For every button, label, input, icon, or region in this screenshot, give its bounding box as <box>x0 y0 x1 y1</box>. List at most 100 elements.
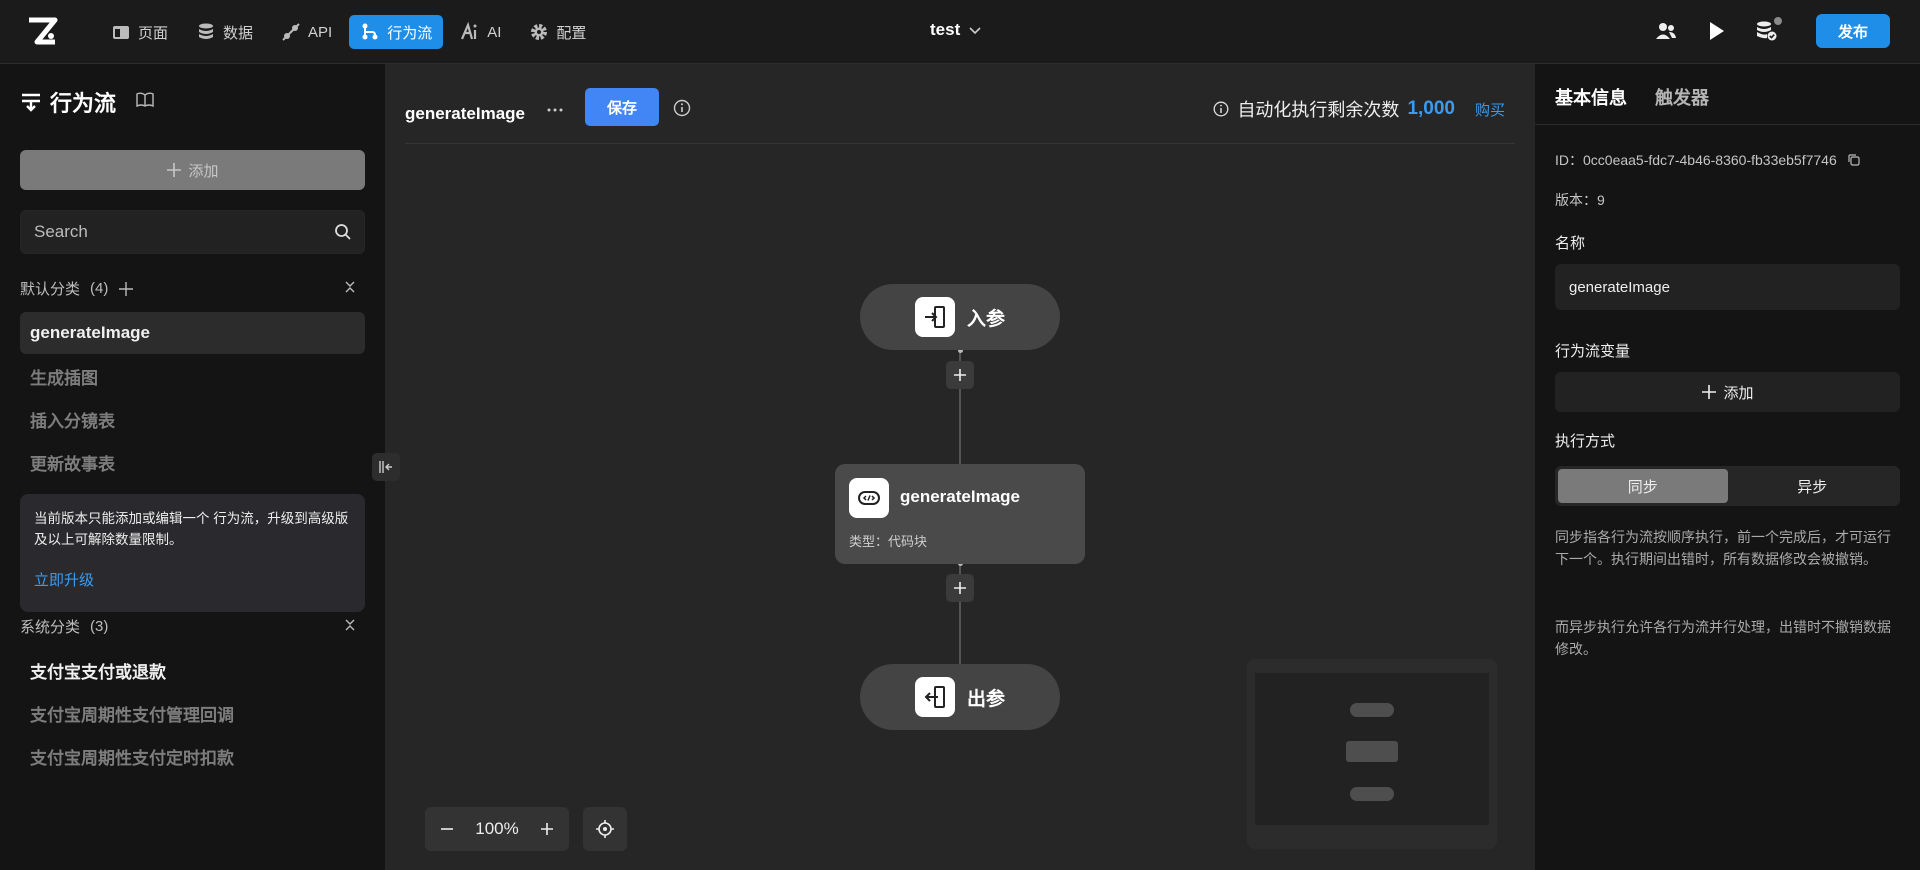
users-icon <box>1656 23 1676 39</box>
login-icon <box>924 306 945 328</box>
nav-tab-label: API <box>308 23 333 41</box>
search-icon[interactable] <box>334 223 352 241</box>
add-step-button[interactable] <box>946 361 974 389</box>
default-group-header: 默认分类 (4) <box>20 278 365 299</box>
flow-item[interactable]: 插入分镜表 <box>20 398 365 440</box>
add-variable-button[interactable]: 添加 <box>1555 372 1900 412</box>
gear-icon <box>531 24 548 40</box>
nav-tab-api[interactable]: API <box>270 15 343 49</box>
fit-view-button[interactable] <box>583 807 627 851</box>
nav-tab-label: 行为流 <box>387 24 433 42</box>
minimap-node <box>1350 787 1394 801</box>
tab-triggers[interactable]: 触发器 <box>1655 84 1709 110</box>
quota-label: 自动化执行剩余次数 <box>1237 100 1400 120</box>
search-box <box>20 210 365 254</box>
plus-icon <box>1702 385 1717 399</box>
flow-name-input[interactable] <box>1555 264 1900 310</box>
variables-label: 行为流变量 <box>1555 343 1631 360</box>
logout-icon <box>924 686 945 708</box>
buy-link[interactable]: 购买 <box>1475 99 1505 120</box>
page-icon <box>113 26 129 39</box>
panel-divider <box>1535 124 1920 125</box>
preview-button[interactable] <box>1702 17 1730 45</box>
minimap[interactable] <box>1247 659 1497 849</box>
flow-item[interactable]: 支付宝周期性支付管理回调 <box>20 692 365 734</box>
locate-icon <box>596 820 614 838</box>
project-name: test <box>930 20 961 39</box>
flow-item[interactable]: 支付宝支付或退款 <box>20 649 365 691</box>
publish-button[interactable]: 发布 <box>1816 14 1890 48</box>
upgrade-notice: 当前版本只能添加或编辑一个 行为流，升级到高级版及以上可解除数量限制。 立即升级 <box>20 494 365 612</box>
flow-canvas[interactable]: generateImage 保存 自动化执行剩余次数 1,000 购买 入参 g… <box>385 64 1535 870</box>
node-type: 类型：代码块 <box>849 534 928 549</box>
canvas-header: generateImage 保存 自动化执行剩余次数 1,000 购买 <box>405 84 1515 144</box>
add-flow-label: 添加 <box>188 162 219 180</box>
node-label: 出参 <box>966 688 1005 710</box>
exec-mode-async[interactable]: 异步 <box>1728 469 1898 503</box>
group-count: (3) <box>90 618 109 635</box>
ai-icon <box>461 22 477 40</box>
logo-icon[interactable] <box>26 16 58 48</box>
nav-tab-label: 数据 <box>223 24 254 42</box>
flow-item-generateimage[interactable]: generateImage <box>20 312 365 354</box>
group-label: 系统分类 <box>20 619 81 636</box>
nav-tab-label: 配置 <box>556 24 587 42</box>
node-title: generateImage <box>900 487 1020 506</box>
minimap-node <box>1346 741 1398 762</box>
async-description: 而异步执行允许各行为流并行处理，出错时不撤销数据修改。 <box>1555 619 1891 657</box>
database-icon <box>199 23 214 39</box>
collapse-left-icon <box>379 461 392 473</box>
nav-tab-ai[interactable]: AI <box>449 15 512 49</box>
flow-version: 版本：9 <box>1555 192 1605 208</box>
zoom-level: 100% <box>475 819 519 838</box>
output-params-node[interactable]: 出参 <box>860 664 1060 730</box>
zoom-out-icon[interactable] <box>439 821 455 837</box>
add-step-button[interactable] <box>946 574 974 602</box>
quota-value: 1,000 <box>1407 98 1455 119</box>
sidebar-title-text: 行为流 <box>50 91 117 116</box>
database-status-button[interactable] <box>1752 17 1782 45</box>
play-icon <box>1710 22 1724 40</box>
save-button[interactable]: 保存 <box>585 88 659 126</box>
node-icon-box <box>914 297 955 337</box>
nav-tab-config[interactable]: 配置 <box>518 15 597 49</box>
sidebar-title: 行为流 <box>20 86 116 118</box>
copy-icon[interactable] <box>1847 153 1861 167</box>
nav-tab-flow[interactable]: 行为流 <box>349 15 444 49</box>
search-input[interactable] <box>34 211 324 253</box>
flow-sidebar: 行为流 添加 默认分类 (4) generateImage 生成插图 插入分镜表… <box>0 64 385 870</box>
flow-item[interactable]: 生成插图 <box>20 355 365 397</box>
tab-basic-info[interactable]: 基本信息 <box>1555 84 1627 110</box>
sidebar-collapse-button[interactable] <box>372 453 400 481</box>
plus-icon <box>954 369 966 381</box>
flow-item[interactable]: 更新故事表 <box>20 441 365 483</box>
collapse-icon[interactable] <box>343 280 357 294</box>
flow-list-icon <box>22 93 40 112</box>
add-variable-label: 添加 <box>1723 384 1754 402</box>
info-icon[interactable] <box>673 99 691 117</box>
flow-id-text: ID：0cc0eaa5-fdc7-4b46-8360-fb33eb5f7746 <box>1555 152 1837 168</box>
quota-display: 自动化执行剩余次数 1,000 购买 <box>1213 96 1505 122</box>
more-icon[interactable] <box>545 100 565 120</box>
flow-id: ID：0cc0eaa5-fdc7-4b46-8360-fb33eb5f7746 <box>1555 150 1861 170</box>
api-icon <box>282 23 300 41</box>
group-count: (4) <box>90 280 109 297</box>
notification-dot <box>1774 17 1782 25</box>
docs-book-icon[interactable] <box>135 90 155 110</box>
flow-name: generateImage <box>405 104 525 123</box>
zoom-in-icon[interactable] <box>539 821 555 837</box>
collapse-icon[interactable] <box>343 618 357 632</box>
upgrade-link[interactable]: 立即升级 <box>34 570 351 591</box>
nav-tab-page[interactable]: 页面 <box>100 15 179 49</box>
members-button[interactable] <box>1652 17 1680 45</box>
project-switcher[interactable]: test <box>930 20 982 40</box>
add-group-item-icon[interactable] <box>118 281 134 297</box>
flow-icon <box>362 23 378 40</box>
input-params-node[interactable]: 入参 <box>860 284 1060 350</box>
nav-tab-data[interactable]: 数据 <box>185 15 264 49</box>
code-block-node[interactable]: generateImage 类型：代码块 <box>835 464 1085 564</box>
name-label: 名称 <box>1555 235 1586 252</box>
flow-item[interactable]: 支付宝周期性支付定时扣款 <box>20 735 365 777</box>
add-flow-button[interactable]: 添加 <box>20 150 365 190</box>
exec-mode-sync[interactable]: 同步 <box>1558 469 1728 503</box>
